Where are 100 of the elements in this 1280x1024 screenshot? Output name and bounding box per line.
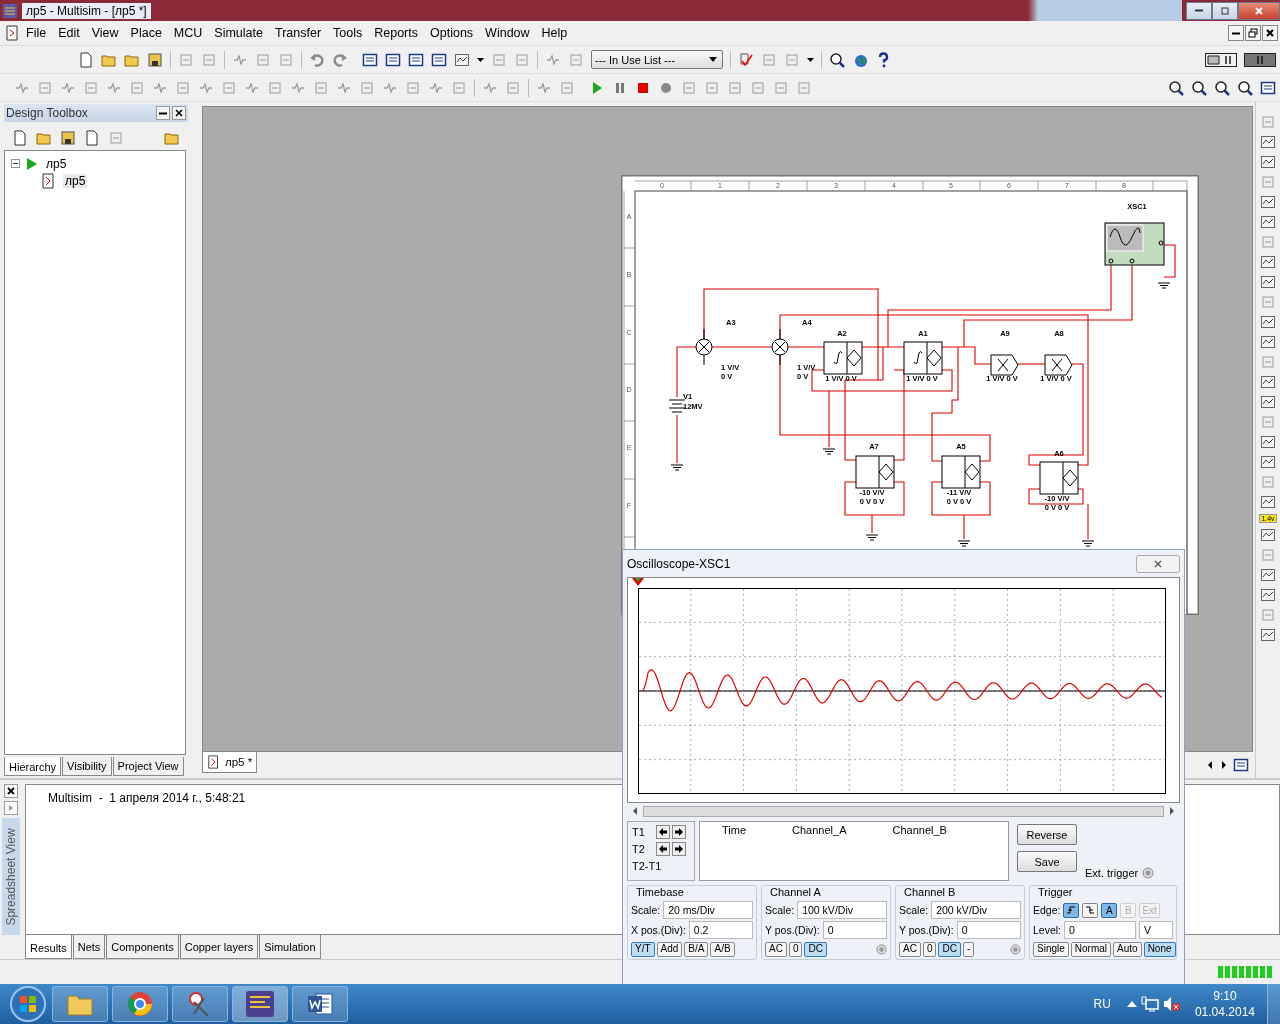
input-field[interactable]: 0.2 [688, 921, 753, 939]
erc-check-icon[interactable] [738, 51, 754, 68]
coupling-button[interactable]: 0 [922, 941, 937, 957]
tree-item[interactable]: лр5 [44, 156, 69, 171]
show-hidden-icons-icon[interactable] [1126, 1001, 1137, 1007]
menu-item[interactable]: Window [479, 26, 536, 40]
gain-block-symbol[interactable] [941, 455, 981, 489]
menu-item[interactable]: Options [424, 26, 480, 40]
panel-tab[interactable]: Simulation [259, 935, 321, 959]
simulate-switch-icon[interactable] [1205, 52, 1237, 67]
coupling-button[interactable]: DC [804, 941, 827, 957]
pin-button[interactable] [156, 106, 170, 120]
menu-item[interactable]: Tools [327, 26, 369, 40]
menu-item[interactable]: File [20, 26, 53, 40]
spreadsheet-icon[interactable] [431, 51, 447, 68]
panel-tab[interactable]: Hierarchy [4, 757, 62, 776]
panel-tab[interactable]: Project View [112, 757, 184, 776]
terminal-icon[interactable] [876, 943, 887, 955]
gain-block-symbol[interactable] [855, 455, 895, 489]
panel-tab[interactable]: Nets [72, 935, 106, 959]
zoom-out-icon[interactable] [1191, 79, 1207, 96]
input-field[interactable]: 20 ms/Div [663, 901, 753, 919]
taskbar-app-button[interactable] [292, 986, 348, 1022]
coupling-button[interactable]: AC [899, 941, 921, 957]
unit-field[interactable]: V [1139, 921, 1173, 939]
speaker-muted-icon[interactable] [1162, 996, 1181, 1012]
open-folder-icon[interactable] [36, 130, 52, 146]
minimize-button[interactable] [1186, 1, 1212, 20]
network-icon[interactable] [1140, 996, 1159, 1012]
taskbar-app-button[interactable] [172, 986, 228, 1022]
taskbar-app-button[interactable] [232, 986, 288, 1022]
terminal-icon[interactable] [1010, 943, 1021, 955]
restore-button[interactable] [1245, 25, 1261, 41]
zoom-in-icon[interactable] [1168, 79, 1184, 96]
menu-item[interactable]: Edit [52, 26, 86, 40]
collapse-icon[interactable] [11, 159, 20, 168]
in-use-list-dropdown[interactable]: --- In Use List --- [591, 50, 723, 69]
coupling-button[interactable]: AC [765, 941, 787, 957]
save-icon[interactable] [147, 51, 163, 68]
scope-button[interactable]: Reverse [1017, 824, 1077, 845]
coupling-button[interactable]: DC [938, 941, 961, 957]
language-indicator[interactable]: RU [1093, 997, 1111, 1011]
zoom-area-icon[interactable] [1214, 79, 1230, 96]
grapher-icon[interactable] [454, 51, 470, 68]
grid-icon[interactable] [385, 51, 401, 68]
save-icon[interactable] [60, 130, 76, 146]
clock[interactable]: 9:10 01.04.2014 [1194, 988, 1255, 1020]
trigger-mode-button[interactable]: None [1143, 941, 1176, 957]
panel-tab[interactable]: Copper layers [179, 935, 259, 959]
trigger-source-button[interactable]: A [1101, 902, 1118, 918]
menu-item[interactable]: Transfer [268, 26, 328, 40]
input-field[interactable]: 0 [956, 921, 1021, 939]
cursor-marker-icon[interactable] [632, 578, 644, 586]
cursor-left-button[interactable] [656, 825, 670, 839]
mode-button[interactable]: B/A [684, 941, 709, 957]
maximize-button[interactable] [1212, 1, 1238, 20]
oscilloscope-symbol[interactable] [1104, 222, 1165, 266]
trigger-mode-button[interactable]: Single [1033, 941, 1069, 957]
new-file-icon[interactable] [78, 51, 94, 68]
scroll-right-icon[interactable] [1219, 759, 1229, 771]
caret-icon[interactable] [477, 57, 484, 62]
menu-item[interactable]: Reports [368, 26, 424, 40]
cursor-right-button[interactable] [672, 842, 686, 856]
menu-item[interactable]: Place [124, 26, 168, 40]
close-button[interactable] [1262, 25, 1278, 41]
redo-icon[interactable] [332, 51, 348, 68]
close-button[interactable] [4, 784, 18, 798]
schematic-view-icon[interactable] [362, 51, 378, 68]
mode-button[interactable]: Y/T [631, 941, 655, 957]
tree-item[interactable]: лр5 [63, 173, 88, 188]
input-field[interactable]: 0 [1064, 921, 1136, 939]
menu-item[interactable]: View [85, 26, 125, 40]
pause-switch-icon[interactable] [1244, 52, 1276, 67]
rising-edge-button[interactable] [1063, 902, 1080, 918]
cursor-right-button[interactable] [672, 825, 686, 839]
gain-block-symbol[interactable] [1039, 461, 1079, 495]
trigger-mode-button[interactable]: Auto [1113, 941, 1142, 957]
taskbar-app-button[interactable] [112, 986, 168, 1022]
document-tab[interactable]: лр5 * [202, 752, 258, 773]
summer-symbol[interactable] [695, 328, 713, 366]
sheet-icon[interactable] [1233, 757, 1249, 773]
project-folder-icon[interactable] [164, 130, 180, 146]
menu-item[interactable]: Help [535, 26, 574, 40]
summer-symbol[interactable] [771, 328, 789, 366]
mode-button[interactable]: A/B [710, 941, 735, 957]
mode-button[interactable]: Add [656, 941, 683, 957]
scope-button[interactable]: Save [1017, 851, 1077, 872]
scroll-left-icon[interactable] [631, 806, 639, 816]
menu-item[interactable]: Simulate [208, 26, 269, 40]
start-button[interactable] [8, 984, 48, 1024]
undo-icon[interactable] [309, 51, 325, 68]
terminal-icon[interactable] [1142, 867, 1155, 879]
panel-tab[interactable]: Components [106, 935, 179, 959]
integrator-symbol[interactable] [823, 341, 863, 375]
input-field[interactable]: 0 [822, 921, 887, 939]
component-view-icon[interactable] [408, 51, 424, 68]
input-field[interactable]: 200 kV/Div [931, 901, 1021, 919]
minimize-button[interactable] [1228, 25, 1244, 41]
new-project-icon[interactable] [12, 130, 28, 146]
coupling-button[interactable]: 0 [788, 941, 803, 957]
